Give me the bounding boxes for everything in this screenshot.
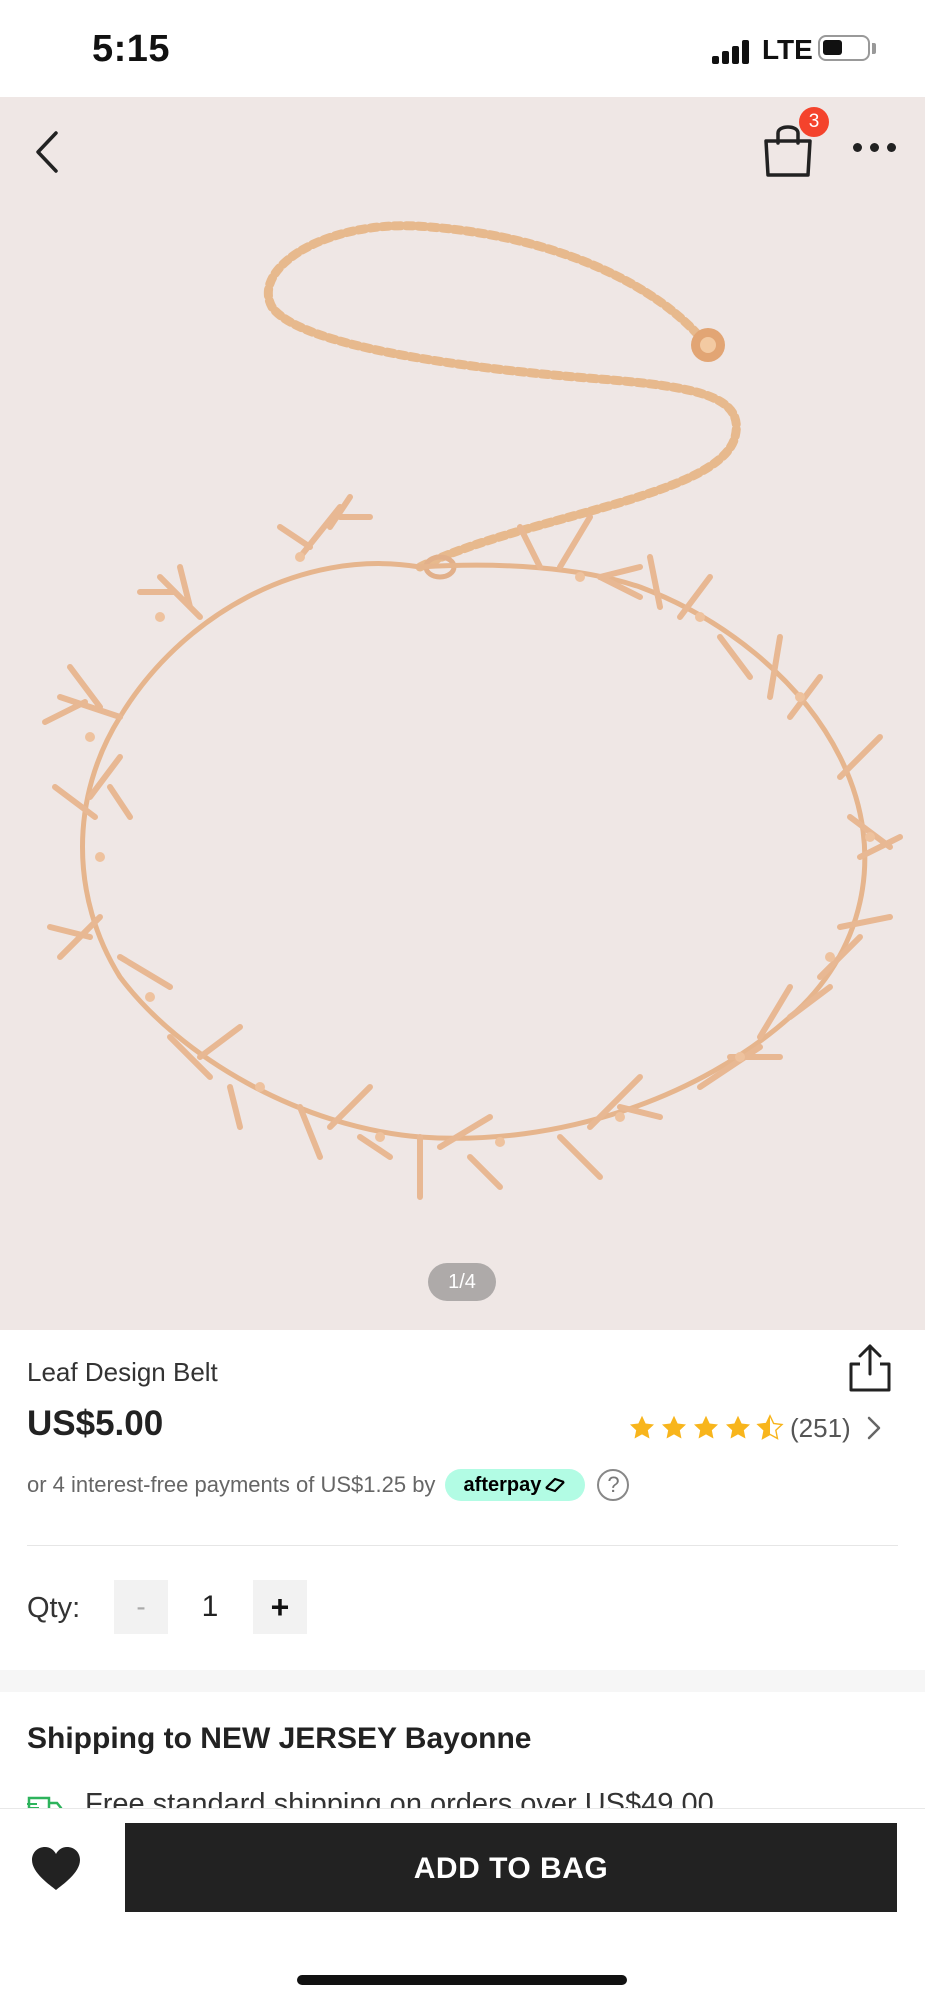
status-bar: 5:15 LTE	[0, 0, 925, 97]
half-star-icon	[756, 1414, 784, 1440]
star-icon	[629, 1415, 655, 1439]
shipping-title[interactable]: Shipping to NEW JERSEY Bayonne	[27, 1722, 532, 1756]
rating-summary[interactable]: (251)	[628, 1410, 885, 1446]
wishlist-button[interactable]	[30, 1845, 82, 1893]
product-title: Leaf Design Belt	[27, 1357, 218, 1387]
share-button[interactable]	[846, 1342, 894, 1394]
home-indicator	[297, 1975, 627, 1985]
afterpay-arrows-icon	[545, 1477, 566, 1493]
star-icon	[693, 1415, 719, 1439]
section-separator	[0, 1670, 925, 1692]
share-icon	[849, 1344, 891, 1392]
help-icon[interactable]: ?	[597, 1469, 630, 1501]
product-image-gallery[interactable]: 3 1/4	[0, 97, 925, 1330]
quantity-label: Qty:	[27, 1592, 81, 1624]
heart-icon	[32, 1847, 80, 1890]
image-page-indicator: 1/4	[428, 1263, 496, 1301]
quantity-increase-button[interactable]: +	[253, 1580, 307, 1634]
battery-icon	[818, 35, 870, 61]
quantity-value[interactable]: 1	[188, 1580, 232, 1634]
product-price: US$5.00	[27, 1404, 164, 1443]
product-image	[42, 221, 903, 1200]
afterpay-text: or 4 interest-free payments of US$1.25 b…	[27, 1472, 436, 1497]
more-dot	[887, 143, 896, 152]
more-dot	[870, 143, 879, 152]
divider	[27, 1545, 898, 1546]
add-to-bag-button[interactable]: ADD TO BAG	[125, 1823, 897, 1912]
star-icon	[725, 1415, 751, 1439]
more-options-button[interactable]	[850, 139, 900, 155]
signal-icon	[712, 40, 752, 64]
bottom-action-bar: ADD TO BAG	[0, 1808, 925, 2001]
afterpay-label: afterpay	[463, 1473, 542, 1496]
cart-count-badge: 3	[797, 105, 831, 139]
star-icon	[661, 1415, 687, 1439]
back-button[interactable]	[28, 127, 68, 177]
rating-count: (251)	[790, 1412, 851, 1443]
quantity-decrease-button[interactable]: -	[114, 1580, 168, 1634]
back-arrow-icon	[36, 131, 58, 173]
more-dots-icon	[853, 143, 862, 152]
afterpay-logo[interactable]: afterpay	[445, 1469, 586, 1501]
afterpay-row: or 4 interest-free payments of US$1.25 b…	[27, 1469, 630, 1501]
network-label: LTE	[762, 34, 813, 65]
status-time: 5:15	[92, 28, 171, 70]
chevron-right-icon	[867, 1416, 880, 1440]
battery-nub	[872, 43, 876, 54]
